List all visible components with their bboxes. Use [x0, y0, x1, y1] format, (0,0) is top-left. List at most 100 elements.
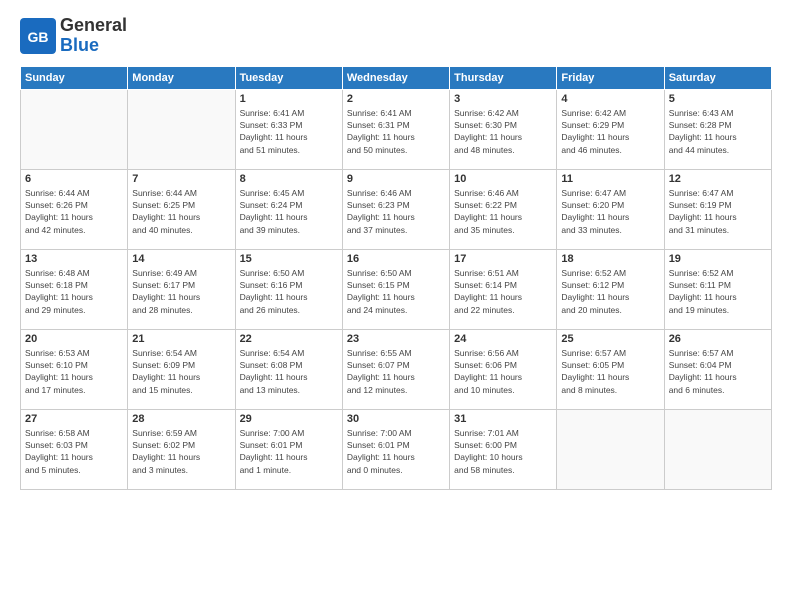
calendar-cell: 8 Sunrise: 6:45 AMSunset: 6:24 PMDaylight… [235, 169, 342, 249]
day-number: 24 [454, 333, 552, 345]
day-info: Sunrise: 7:01 AMSunset: 6:00 PMDaylight:… [454, 427, 552, 476]
calendar-cell: 30 Sunrise: 7:00 AMSunset: 6:01 PMDayligh… [342, 409, 449, 489]
day-info: Sunrise: 6:44 AMSunset: 6:26 PMDaylight:… [25, 187, 123, 236]
day-number: 11 [561, 173, 659, 185]
calendar-week-row: 6 Sunrise: 6:44 AMSunset: 6:26 PMDaylight… [21, 169, 772, 249]
calendar-header-row: SundayMondayTuesdayWednesdayThursdayFrid… [21, 66, 772, 89]
logo-text-block: General Blue [60, 16, 127, 56]
calendar-cell: 22 Sunrise: 6:54 AMSunset: 6:08 PMDayligh… [235, 329, 342, 409]
calendar-cell [21, 89, 128, 169]
day-info: Sunrise: 6:57 AMSunset: 6:05 PMDaylight:… [561, 347, 659, 396]
day-number: 14 [132, 253, 230, 265]
day-number: 6 [25, 173, 123, 185]
day-info: Sunrise: 6:57 AMSunset: 6:04 PMDaylight:… [669, 347, 767, 396]
calendar-cell [664, 409, 771, 489]
day-number: 8 [240, 173, 338, 185]
weekday-header: Thursday [450, 66, 557, 89]
day-number: 27 [25, 413, 123, 425]
day-number: 25 [561, 333, 659, 345]
day-number: 26 [669, 333, 767, 345]
day-info: Sunrise: 6:46 AMSunset: 6:22 PMDaylight:… [454, 187, 552, 236]
day-info: Sunrise: 6:48 AMSunset: 6:18 PMDaylight:… [25, 267, 123, 316]
weekday-header: Tuesday [235, 66, 342, 89]
calendar-cell: 21Sunrise: 6:54 AMSunset: 6:09 PMDayligh… [128, 329, 235, 409]
day-info: Sunrise: 6:46 AMSunset: 6:23 PMDaylight:… [347, 187, 445, 236]
calendar-cell: 17 Sunrise: 6:51 AMSunset: 6:14 PMDayligh… [450, 249, 557, 329]
day-info: Sunrise: 6:51 AMSunset: 6:14 PMDaylight:… [454, 267, 552, 316]
calendar-cell: 1Sunrise: 6:41 AMSunset: 6:33 PMDaylight… [235, 89, 342, 169]
day-number: 18 [561, 253, 659, 265]
header: GB General Blue [20, 16, 772, 56]
calendar-cell: 25 Sunrise: 6:57 AMSunset: 6:05 PMDayligh… [557, 329, 664, 409]
day-info: Sunrise: 6:52 AMSunset: 6:11 PMDaylight:… [669, 267, 767, 316]
weekday-header: Wednesday [342, 66, 449, 89]
day-number: 3 [454, 93, 552, 105]
calendar-cell [128, 89, 235, 169]
weekday-header: Saturday [664, 66, 771, 89]
day-info: Sunrise: 6:47 AMSunset: 6:19 PMDaylight:… [669, 187, 767, 236]
day-info: Sunrise: 7:00 AMSunset: 6:01 PMDaylight:… [347, 427, 445, 476]
day-number: 28 [132, 413, 230, 425]
day-info: Sunrise: 6:47 AMSunset: 6:20 PMDaylight:… [561, 187, 659, 236]
calendar-cell: 20 Sunrise: 6:53 AMSunset: 6:10 PMDayligh… [21, 329, 128, 409]
day-number: 19 [669, 253, 767, 265]
day-number: 31 [454, 413, 552, 425]
calendar-cell: 2Sunrise: 6:41 AMSunset: 6:31 PMDaylight… [342, 89, 449, 169]
calendar-table: SundayMondayTuesdayWednesdayThursdayFrid… [20, 66, 772, 490]
day-number: 17 [454, 253, 552, 265]
day-number: 13 [25, 253, 123, 265]
day-number: 30 [347, 413, 445, 425]
calendar-cell [557, 409, 664, 489]
day-number: 15 [240, 253, 338, 265]
day-number: 9 [347, 173, 445, 185]
day-number: 10 [454, 173, 552, 185]
day-number: 22 [240, 333, 338, 345]
calendar-page: GB General Blue SundayMondayTuesdayWedne… [0, 0, 792, 500]
calendar-cell: 27Sunrise: 6:58 AMSunset: 6:03 PMDayligh… [21, 409, 128, 489]
calendar-cell: 10 Sunrise: 6:46 AMSunset: 6:22 PMDayligh… [450, 169, 557, 249]
calendar-week-row: 20 Sunrise: 6:53 AMSunset: 6:10 PMDayligh… [21, 329, 772, 409]
calendar-cell: 28 Sunrise: 6:59 AMSunset: 6:02 PMDayligh… [128, 409, 235, 489]
calendar-week-row: 13 Sunrise: 6:48 AMSunset: 6:18 PMDayligh… [21, 249, 772, 329]
day-info: Sunrise: 6:42 AMSunset: 6:29 PMDaylight:… [561, 107, 659, 156]
calendar-cell: 4Sunrise: 6:42 AMSunset: 6:29 PMDaylight… [557, 89, 664, 169]
calendar-cell: 23 Sunrise: 6:55 AMSunset: 6:07 PMDayligh… [342, 329, 449, 409]
calendar-cell: 7Sunrise: 6:44 AMSunset: 6:25 PMDaylight… [128, 169, 235, 249]
day-info: Sunrise: 6:55 AMSunset: 6:07 PMDaylight:… [347, 347, 445, 396]
logo-general: General [60, 16, 127, 36]
weekday-header: Friday [557, 66, 664, 89]
calendar-cell: 18 Sunrise: 6:52 AMSunset: 6:12 PMDayligh… [557, 249, 664, 329]
calendar-cell: 15 Sunrise: 6:50 AMSunset: 6:16 PMDayligh… [235, 249, 342, 329]
calendar-cell: 11 Sunrise: 6:47 AMSunset: 6:20 PMDayligh… [557, 169, 664, 249]
day-info: Sunrise: 6:49 AMSunset: 6:17 PMDaylight:… [132, 267, 230, 316]
weekday-header: Monday [128, 66, 235, 89]
day-number: 20 [25, 333, 123, 345]
day-info: Sunrise: 6:41 AMSunset: 6:33 PMDaylight:… [240, 107, 338, 156]
calendar-cell: 13 Sunrise: 6:48 AMSunset: 6:18 PMDayligh… [21, 249, 128, 329]
calendar-cell: 5Sunrise: 6:43 AMSunset: 6:28 PMDaylight… [664, 89, 771, 169]
day-number: 2 [347, 93, 445, 105]
day-info: Sunrise: 6:52 AMSunset: 6:12 PMDaylight:… [561, 267, 659, 316]
calendar-week-row: 1Sunrise: 6:41 AMSunset: 6:33 PMDaylight… [21, 89, 772, 169]
day-info: Sunrise: 6:45 AMSunset: 6:24 PMDaylight:… [240, 187, 338, 236]
calendar-cell: 19 Sunrise: 6:52 AMSunset: 6:11 PMDayligh… [664, 249, 771, 329]
day-number: 29 [240, 413, 338, 425]
day-info: Sunrise: 7:00 AMSunset: 6:01 PMDaylight:… [240, 427, 338, 476]
day-info: Sunrise: 6:59 AMSunset: 6:02 PMDaylight:… [132, 427, 230, 476]
day-info: Sunrise: 6:43 AMSunset: 6:28 PMDaylight:… [669, 107, 767, 156]
day-number: 23 [347, 333, 445, 345]
calendar-cell: 29 Sunrise: 7:00 AMSunset: 6:01 PMDayligh… [235, 409, 342, 489]
day-info: Sunrise: 6:50 AMSunset: 6:15 PMDaylight:… [347, 267, 445, 316]
day-number: 7 [132, 173, 230, 185]
day-info: Sunrise: 6:53 AMSunset: 6:10 PMDaylight:… [25, 347, 123, 396]
day-info: Sunrise: 6:50 AMSunset: 6:16 PMDaylight:… [240, 267, 338, 316]
calendar-week-row: 27Sunrise: 6:58 AMSunset: 6:03 PMDayligh… [21, 409, 772, 489]
logo-icon: GB [20, 18, 56, 54]
calendar-cell: 3 Sunrise: 6:42 AMSunset: 6:30 PMDaylight… [450, 89, 557, 169]
logo-blue: Blue [60, 36, 99, 56]
weekday-header: Sunday [21, 66, 128, 89]
day-info: Sunrise: 6:56 AMSunset: 6:06 PMDaylight:… [454, 347, 552, 396]
calendar-cell: 14 Sunrise: 6:49 AMSunset: 6:17 PMDayligh… [128, 249, 235, 329]
day-info: Sunrise: 6:54 AMSunset: 6:08 PMDaylight:… [240, 347, 338, 396]
day-info: Sunrise: 6:42 AMSunset: 6:30 PMDaylight:… [454, 107, 552, 156]
